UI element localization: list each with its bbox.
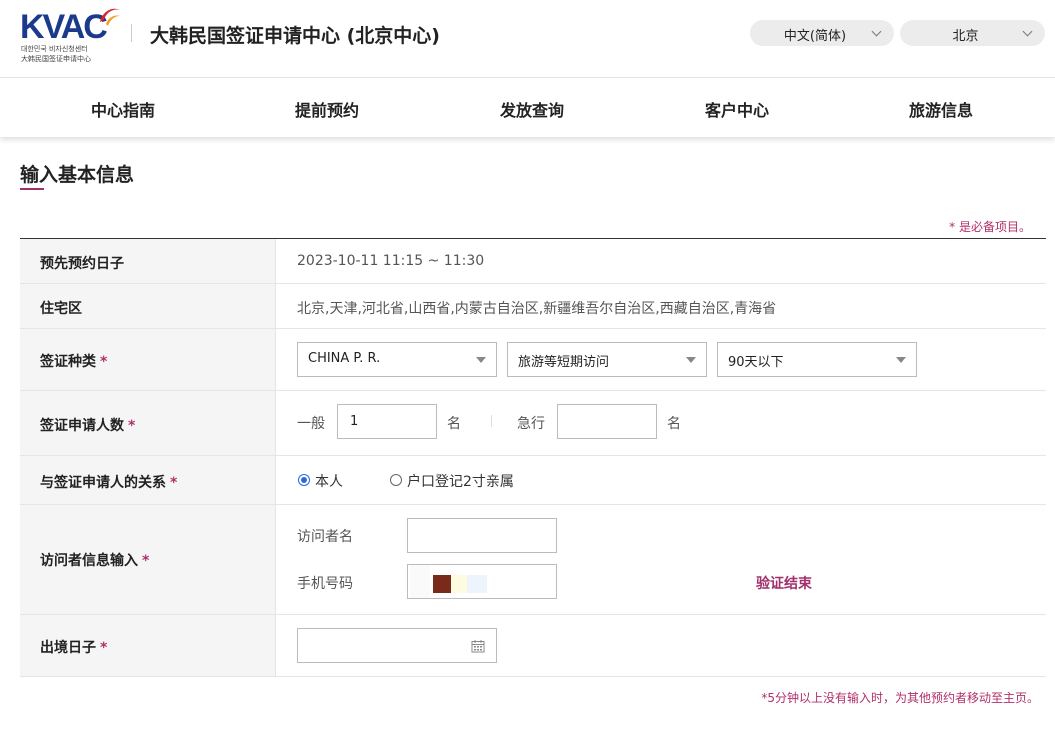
reservation-date-value: 2023-10-11 11:15 ~ 11:30 [297,253,485,269]
departure-date-label-text: 出境日子 [40,640,96,656]
normal-count-unit: 名 [447,416,461,432]
required-star: * [100,640,108,656]
form-row-relation: 与签证申请人的关系 * 本人 户口登记2寸亲属 [20,456,1046,505]
visa-purpose-select[interactable]: 旅游等短期访问 [507,342,707,377]
nav-item-travel-info[interactable]: 旅游信息 [909,97,973,121]
urgent-count-input[interactable] [557,404,657,439]
dropdown-arrow-icon [896,357,906,363]
relation-self-label[interactable]: 本人 [315,471,343,491]
visa-duration-select[interactable]: 90天以下 [717,342,917,377]
required-star: * [170,475,178,491]
logo-text: KVAC [20,8,108,46]
visitor-info-label: 访问者信息输入 * [40,550,149,570]
departure-date-label: 出境日子 * [40,637,107,657]
dropdown-arrow-icon [686,357,696,363]
form-label-cell: 签证申请人数 * [20,391,276,455]
required-star: * [100,354,108,370]
departure-date-input[interactable] [297,628,497,663]
visa-country-value: CHINA P. R. [308,351,381,366]
urgent-count-unit: 名 [667,416,681,432]
language-select[interactable]: 中文(简体) [750,20,894,46]
dropdown-arrow-icon [476,357,486,363]
language-select-value: 中文(简体) [783,29,847,44]
form-row-visa-type: 签证种类 * CHINA P. R. 旅游等短期访问 90天以下 [20,329,1046,391]
logo-subtitle-ko: 대한민국 비자신청센터 [21,45,88,53]
visa-duration-value: 90天以下 [728,355,784,370]
verify-status: 验证结束 [756,576,812,592]
form-row-reservation-date: 预先预约日子 2023-10-11 11:15 ~ 11:30 [20,239,1046,284]
form-label-cell: 出境日子 * [20,615,276,676]
urgent-count-label: 急行 [517,416,545,432]
nav-item-customer-center[interactable]: 客户中心 [705,97,769,121]
count-divider [491,415,492,427]
required-note: * 是必备项目。 [949,220,1031,234]
city-select-value: 北京 [952,29,979,44]
phone-redaction-block [451,575,467,593]
residence-value: 北京,天津,河北省,山西省,内蒙古自治区,新疆维吾尔自治区,西藏自治区,青海省 [297,301,777,317]
site-title: 大韩民国签证申请中心 (北京中心) [150,25,440,47]
form-row-visitor-info: 访问者信息输入 * 访问者名 手机号码 验证结束 [20,505,1046,615]
relation-label: 与签证申请人的关系 * [40,472,177,492]
kvac-logo[interactable]: KVAC 대한민국 비자신청센터 大韩民国签证申请中心 [20,4,120,64]
relation-label-text: 与签证申请人的关系 [40,475,166,491]
basic-info-form: 预先预约日子 2023-10-11 11:15 ~ 11:30 住宅区 北京,天… [20,238,1046,677]
nav-item-issuance-query[interactable]: 发放查询 [500,97,564,121]
visa-purpose-value: 旅游等短期访问 [518,355,610,370]
form-row-applicant-count: 签证申请人数 * 一般 1 名 急行 名 [20,391,1046,456]
applicant-count-label: 签证申请人数 * [40,415,135,435]
relation-family-label[interactable]: 户口登记2寸亲属 [407,471,514,491]
normal-count-value: 1 [350,414,359,429]
timeout-notice: *5分钟以上没有输入时，为其他预约者移动至主页。 [761,691,1039,705]
form-label-cell: 签证种类 * [20,329,276,390]
city-select[interactable]: 北京 [900,20,1045,46]
visa-type-label: 签证种类 * [40,351,107,371]
phone-redaction-fade [410,565,430,598]
phone-redaction-block [467,575,487,593]
page-title: 输入基本信息 [20,164,135,186]
required-star: * [142,553,150,569]
required-star: * [128,418,136,434]
nav-item-center-guide[interactable]: 中心指南 [91,97,155,121]
visa-country-select[interactable]: CHINA P. R. [297,342,497,377]
applicant-count-label-text: 签证申请人数 [40,418,124,434]
visitor-name-input[interactable] [407,518,557,553]
title-underline [20,188,44,190]
form-label-cell: 与签证申请人的关系 * [20,456,276,504]
form-row-departure-date: 出境日子 * [20,615,1046,677]
top-header: KVAC 대한민국 비자신청센터 大韩民国签证申请中心 大韩民国签证申请中心 (… [0,0,1055,78]
calendar-icon[interactable] [471,639,485,653]
logo-subtitle-cn: 大韩民国签证申请中心 [21,55,91,63]
visitor-name-label: 访问者名 [297,529,353,545]
relation-family-radio[interactable] [390,474,402,486]
form-label-cell: 住宅区 [20,284,276,328]
residence-label: 住宅区 [40,301,82,317]
normal-count-input[interactable]: 1 [337,404,437,439]
phone-redaction-block [433,575,451,593]
relation-self-radio[interactable] [298,474,310,486]
form-label-cell: 访问者信息输入 * [20,505,276,614]
phone-label: 手机号码 [297,576,353,592]
nav-item-reservation[interactable]: 提前预约 [295,97,359,121]
logo-swoosh-icon [100,8,120,26]
reservation-date-label: 预先预约日子 [40,256,124,272]
main-nav: 中心指南 提前预约 发放查询 客户中心 旅游信息 [0,78,1055,137]
form-row-residence: 住宅区 北京,天津,河北省,山西省,内蒙古自治区,新疆维吾尔自治区,西藏自治区,… [20,284,1046,329]
form-label-cell: 预先预约日子 [20,239,276,283]
header-divider [131,24,132,42]
visa-type-label-text: 签证种类 [40,354,96,370]
visitor-info-label-text: 访问者信息输入 [40,553,138,569]
normal-count-label: 一般 [297,416,325,432]
phone-input[interactable] [407,564,557,599]
